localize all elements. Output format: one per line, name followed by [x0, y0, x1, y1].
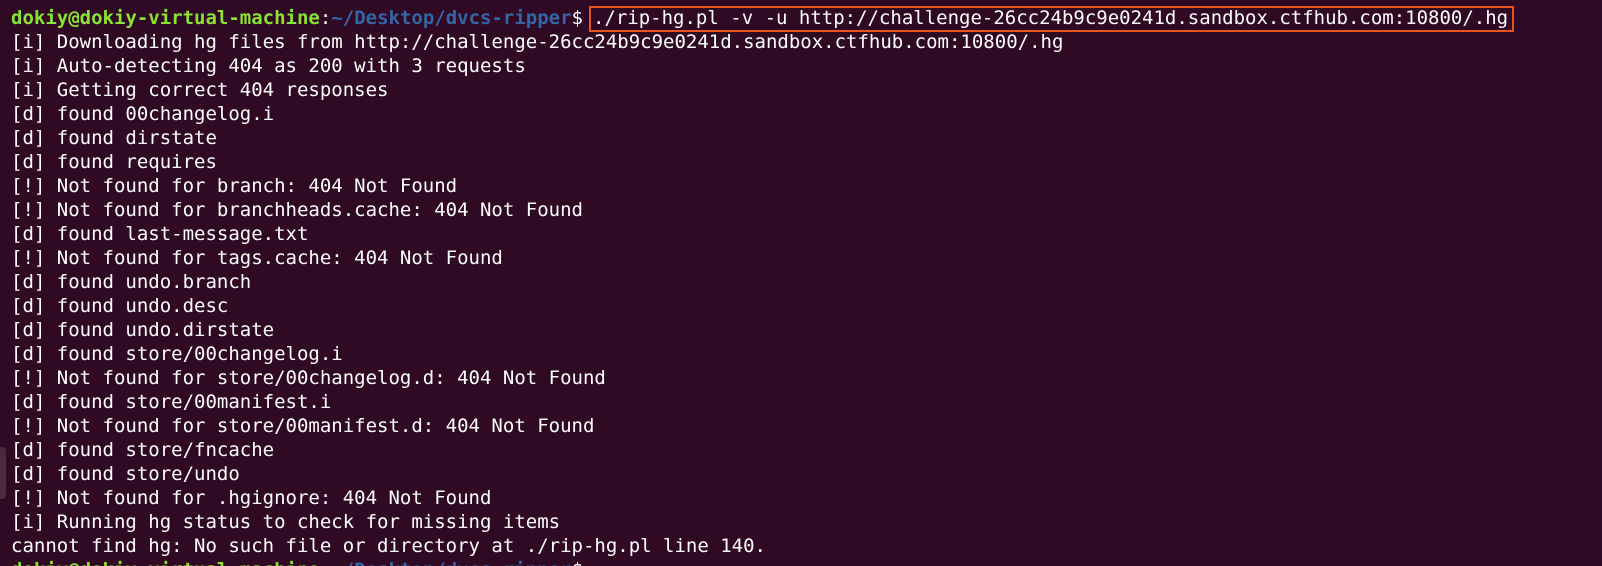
output-line: [i] Getting correct 404 responses — [11, 79, 389, 101]
next-prompt-user-host: dokiy@dokiy-virtual-machine — [11, 559, 320, 566]
output-line: [!] Not found for tags.cache: 404 Not Fo… — [11, 247, 503, 269]
terminal-output: [i] Downloading hg files from http://cha… — [11, 30, 1602, 558]
output-line: [d] found undo.dirstate — [11, 319, 275, 341]
next-prompt-line: dokiy@dokiy-virtual-machine:~/Desktop/dv… — [11, 558, 1602, 566]
next-prompt-dollar: $ — [572, 559, 583, 566]
terminal-content: dokiy@dokiy-virtual-machine:~/Desktop/dv… — [11, 6, 1602, 566]
output-line: [d] found dirstate — [11, 127, 217, 149]
output-line: [d] found undo.desc — [11, 295, 229, 317]
output-line: [d] found undo.branch — [11, 271, 252, 293]
next-prompt-colon: : — [320, 559, 331, 566]
output-line: [!] Not found for .hgignore: 404 Not Fou… — [11, 487, 492, 509]
output-line: [!] Not found for branchheads.cache: 404… — [11, 199, 583, 221]
prompt-colon: : — [319, 7, 332, 29]
output-line: [d] found requires — [11, 151, 217, 173]
output-line: [d] found store/undo — [11, 463, 240, 485]
output-line: cannot find hg: No such file or director… — [11, 535, 766, 557]
prompt-dollar: $ — [571, 7, 583, 29]
output-line: [!] Not found for store/00changelog.d: 4… — [11, 367, 606, 389]
output-line: [i] Running hg status to check for missi… — [11, 511, 561, 533]
highlighted-command: ./rip-hg.pl -v -u http://challenge-26cc2… — [588, 6, 1515, 32]
output-line: [d] found store/00changelog.i — [11, 343, 343, 365]
output-line: [!] Not found for branch: 404 Not Found — [11, 175, 458, 197]
next-prompt-path: ~/Desktop/dvcs-ripper — [331, 559, 571, 566]
output-line: [i] Downloading hg files from http://cha… — [11, 31, 1064, 53]
prompt-user-host: dokiy@dokiy-virtual-machine — [11, 7, 320, 29]
prompt-path: ~/Desktop/dvcs-ripper — [331, 7, 572, 29]
side-handle — [0, 447, 6, 499]
output-line: [d] found 00changelog.i — [11, 103, 275, 125]
output-line: [!] Not found for store/00manifest.d: 40… — [11, 415, 595, 437]
output-line: [i] Auto-detecting 404 as 200 with 3 req… — [11, 55, 526, 77]
output-line: [d] found last-message.txt — [11, 223, 309, 245]
command-line: dokiy@dokiy-virtual-machine:~/Desktop/dv… — [11, 6, 1602, 32]
output-line: [d] found store/00manifest.i — [11, 391, 332, 413]
terminal-window[interactable]: dokiy@dokiy-virtual-machine:~/Desktop/dv… — [0, 0, 1602, 566]
output-line: [d] found store/fncache — [11, 439, 275, 461]
